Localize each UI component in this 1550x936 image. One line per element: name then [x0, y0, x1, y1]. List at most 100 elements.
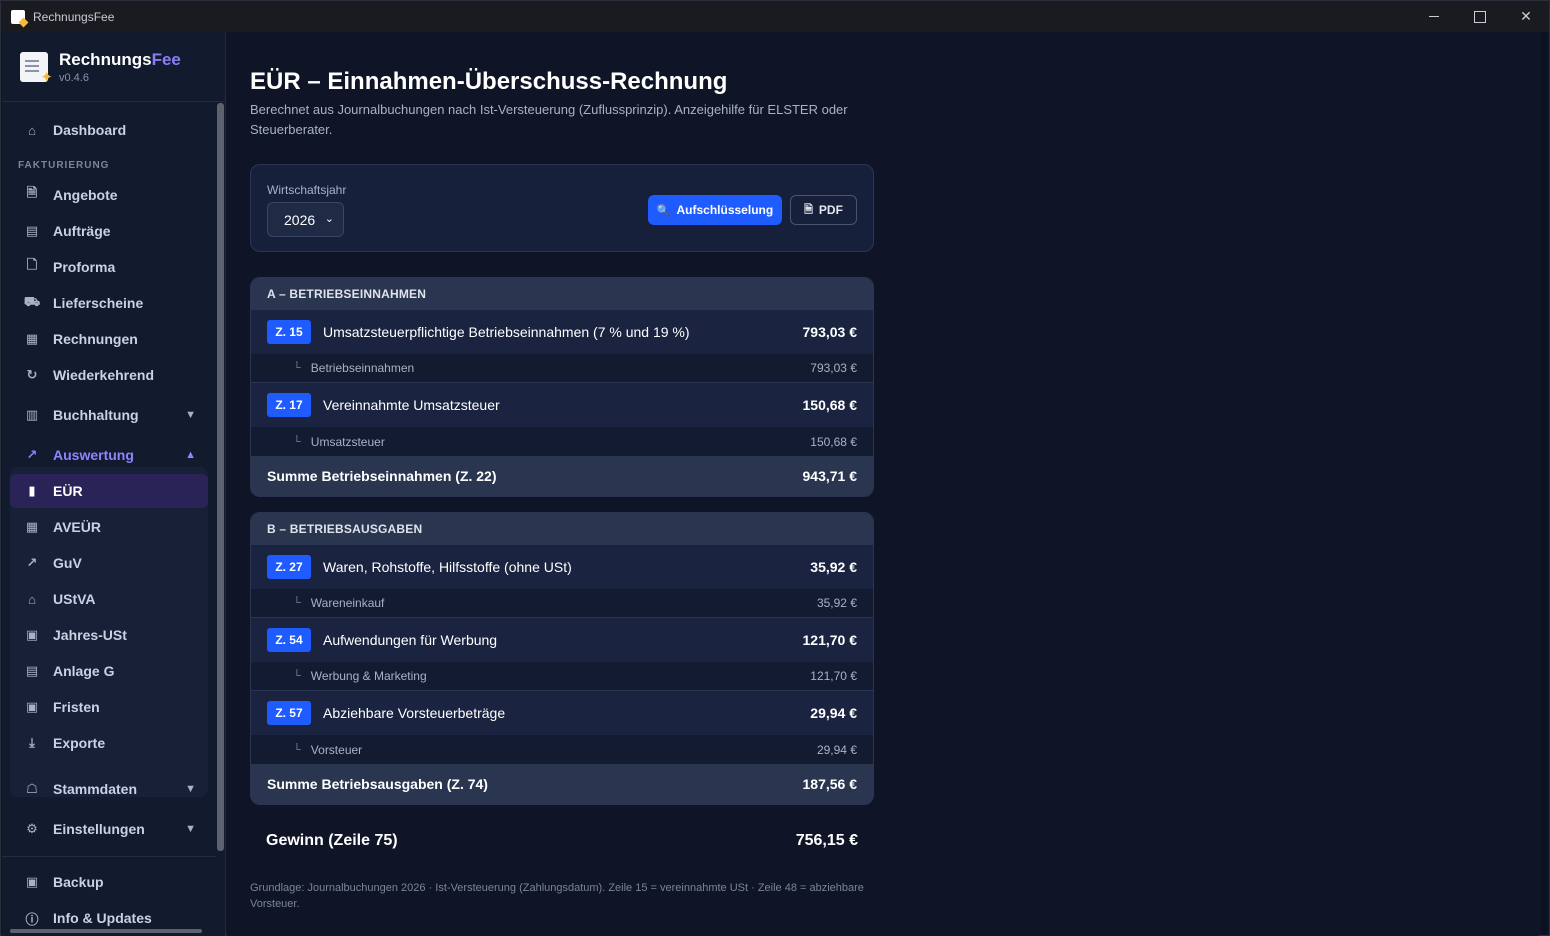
- section-heading: A – BETRIEBSEINNAHMEN: [251, 278, 873, 310]
- sum-row: Summe Betriebseinnahmen (Z. 22) 943,71 €: [251, 456, 873, 496]
- chevron-down-icon: ⌄: [324, 213, 334, 225]
- sidebar-divider: [2, 856, 216, 857]
- sidebar-item-auftraege[interactable]: ▤ Aufträge: [10, 214, 208, 248]
- close-icon: ✕: [1520, 8, 1532, 24]
- sidebar-item-buchhaltung[interactable]: ▥ Buchhaltung ▼: [10, 398, 208, 432]
- footnote: Grundlage: Journalbuchungen 2026 · Ist-V…: [250, 882, 864, 910]
- minimize-button[interactable]: [1411, 1, 1457, 32]
- sum-amount: 187,56 €: [802, 776, 858, 792]
- page-title: EÜR – Einnahmen-Überschuss-Rechnung: [250, 68, 728, 95]
- section-heading: B – BETRIEBSAUSGABEN: [251, 513, 873, 545]
- chevron-up-icon: ▲: [185, 449, 196, 461]
- fiscal-year-label: Wirtschaftsjahr: [267, 183, 347, 197]
- row-label: Vereinnahmte Umsatzsteuer: [323, 397, 500, 413]
- main-scrollbar[interactable]: [1541, 32, 1547, 934]
- bank-icon: ⌂: [28, 591, 36, 607]
- sidebar-item-guv[interactable]: ↗ GuV: [10, 546, 208, 580]
- sidebar-item-lieferscheine[interactable]: ⛟ Lieferscheine: [10, 286, 208, 320]
- calendar-icon: ▣: [25, 627, 39, 642]
- row-label: Aufwendungen für Werbung: [323, 632, 498, 648]
- brand-name: RechnungsFee: [59, 49, 181, 69]
- row-label: Umsatzsteuerpflichtige Betriebseinnahmen…: [323, 324, 690, 340]
- home-icon: ⌂: [28, 122, 36, 138]
- line-badge: Z. 54: [267, 628, 311, 652]
- sidebar-item-ustva[interactable]: ⌂ UStVA: [10, 582, 208, 616]
- table-subrow: └ Vorsteuer 29,94 €: [251, 735, 873, 764]
- sidebar-item-exporte[interactable]: ⤓ Exporte: [10, 726, 208, 760]
- row-amount: 150,68 €: [802, 397, 858, 413]
- row-label: Waren, Rohstoffe, Hilfsstoffe (ohne USt): [323, 559, 572, 575]
- book-icon: ▥: [25, 407, 39, 422]
- table-row: Z. 27 Waren, Rohstoffe, Hilfsstoffe (ohn…: [251, 545, 873, 589]
- subrow-amount: 793,03 €: [810, 361, 857, 375]
- chevron-down-icon: ▼: [185, 823, 196, 835]
- tree-branch-icon: └: [293, 670, 301, 682]
- tree-branch-icon: └: [293, 597, 301, 609]
- save-icon: ▣: [25, 874, 39, 889]
- tree-branch-icon: └: [293, 743, 301, 756]
- table-subrow: └ Umsatzsteuer 150,68 €: [251, 427, 873, 456]
- sidebar-item-backup[interactable]: ▣ Backup: [10, 865, 208, 899]
- subrow-amount: 35,92 €: [816, 596, 857, 610]
- subrow-amount: 121,70 €: [810, 669, 857, 683]
- info-icon: ⓘ: [25, 911, 39, 927]
- file-icon: 🗋: [26, 257, 38, 272]
- sidebar-item-eur[interactable]: ▮ EÜR: [10, 474, 208, 508]
- form-icon: ▤: [25, 663, 39, 678]
- sum-label: Summe Betriebseinnahmen (Z. 22): [267, 468, 497, 484]
- breakdown-button[interactable]: 🔍 Aufschlüsselung: [648, 195, 782, 225]
- document-icon: 🗎: [804, 203, 813, 216]
- sidebar-item-auswertung[interactable]: ↗ Auswertung ▲: [10, 438, 208, 472]
- pdf-button[interactable]: 🗎 PDF: [790, 195, 857, 225]
- tree-branch-icon: └: [293, 362, 301, 374]
- profit-label: Gewinn (Zeile 75): [266, 832, 398, 849]
- profit-row: Gewinn (Zeile 75) 756,15 €: [266, 832, 858, 856]
- brand: RechnungsFee v0.4.6: [2, 32, 225, 102]
- sidebar-item-stammdaten[interactable]: ☖ Stammdaten ▼: [10, 772, 208, 806]
- app-icon: [11, 9, 25, 24]
- fiscal-year-select[interactable]: 2026 ⌄: [267, 202, 344, 237]
- row-amount: 29,94 €: [810, 705, 857, 721]
- trend-icon: ↗: [26, 447, 38, 462]
- sidebar-item-angebote[interactable]: 🗎 Angebote: [10, 178, 208, 212]
- income-section: A – BETRIEBSEINNAHMEN Z. 15 Umsatzsteuer…: [250, 277, 874, 497]
- sidebar-item-jahres-ust[interactable]: ▣ Jahres-USt: [10, 618, 208, 652]
- row-label: Abziehbare Vorsteuerbeträge: [323, 705, 506, 721]
- page-subtitle: Berechnet aus Journalbuchungen nach Ist-…: [250, 102, 848, 137]
- app-window: RechnungsFee ✕ RechnungsFee v0.4.6 ⌂Dash…: [0, 0, 1550, 936]
- sidebar-item-dashboard[interactable]: ⌂ Dashboard: [10, 113, 208, 147]
- chevron-down-icon: ▼: [185, 409, 196, 421]
- repeat-icon: ↻: [26, 367, 38, 382]
- row-amount: 121,70 €: [802, 632, 858, 648]
- table-subrow: └ Wareneinkauf 35,92 €: [251, 589, 873, 618]
- sidebar-item-proforma[interactable]: 🗋 Proforma: [10, 250, 208, 284]
- sidebar-item-rechnungen[interactable]: ▦ Rechnungen: [10, 322, 208, 356]
- sidebar-item-anlage-g[interactable]: ▤ Anlage G: [10, 654, 208, 688]
- subrow-label: Wareneinkauf: [310, 596, 385, 610]
- tree-branch-icon: └: [293, 435, 301, 448]
- sidebar-scrollbar[interactable]: [217, 103, 224, 851]
- line-badge: Z. 27: [267, 555, 311, 579]
- filter-card: Wirtschaftsjahr 2026 ⌄ 🔍 Aufschlüsselung 🗎…: [250, 164, 874, 252]
- sidebar-item-einstellungen[interactable]: ⚙ Einstellungen ▼: [10, 812, 208, 846]
- app-version: v0.4.6: [59, 71, 89, 84]
- sidebar-item-fristen[interactable]: ▣ Fristen: [10, 690, 208, 724]
- line-badge: Z. 57: [267, 701, 311, 725]
- gear-icon: ⚙: [26, 821, 38, 836]
- sidebar-item-aveur[interactable]: ▦ AVEÜR: [10, 510, 208, 544]
- sidebar-item-wiederkehrend[interactable]: ↻ Wiederkehrend: [10, 358, 208, 392]
- table-icon: ▦: [25, 519, 39, 534]
- table-subrow: └ Betriebseinnahmen 793,03 €: [251, 354, 873, 383]
- calendar-icon: ▣: [25, 699, 39, 714]
- expenses-section: B – BETRIEBSAUSGABEN Z. 27 Waren, Rohsto…: [250, 512, 874, 805]
- logo-icon: [20, 51, 53, 86]
- maximize-button[interactable]: [1457, 1, 1503, 32]
- title-bar: RechnungsFee ✕: [1, 1, 1549, 32]
- sidebar: RechnungsFee v0.4.6 ⌂Dashboard FAKTURIER…: [2, 32, 226, 936]
- subrow-label: Werbung & Marketing: [310, 669, 427, 683]
- sum-row: Summe Betriebsausgaben (Z. 74) 187,56 €: [251, 764, 873, 804]
- export-icon: ⤓: [29, 735, 35, 750]
- close-button[interactable]: ✕: [1503, 1, 1549, 32]
- sidebar-horizontal-scrollbar[interactable]: [10, 929, 202, 933]
- magnifier-icon: 🔍: [656, 204, 671, 217]
